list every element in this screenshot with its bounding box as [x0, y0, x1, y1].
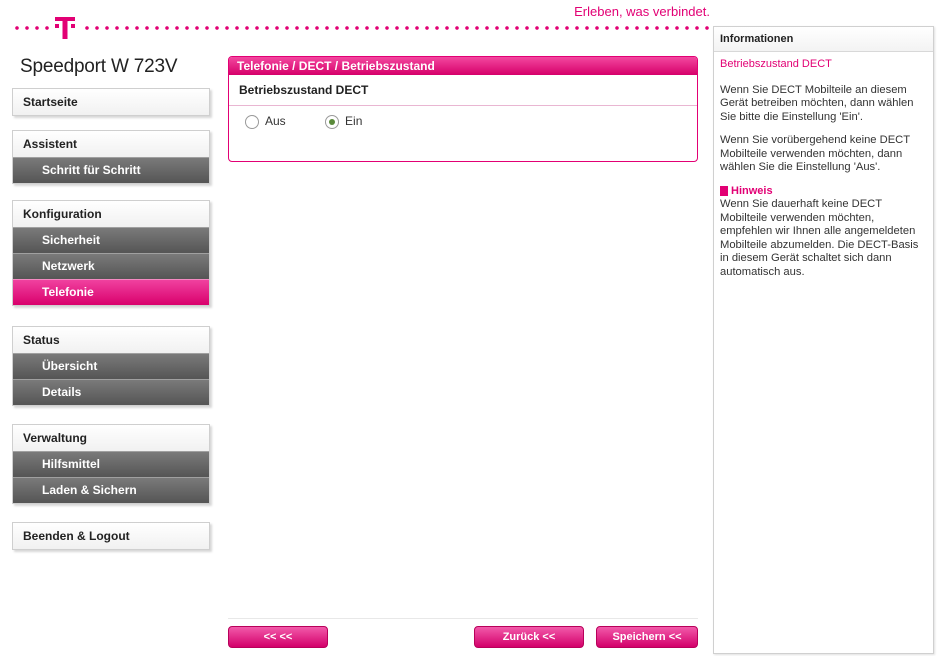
hint-text: Wenn Sie dauerhaft keine DECT Mobilteile…: [720, 198, 919, 278]
header-dots-right: [82, 25, 712, 31]
dect-panel: Telefonie / DECT / Betriebszustand Betri…: [228, 56, 698, 162]
radio-option-ein[interactable]: Ein: [325, 114, 362, 129]
radio-ein[interactable]: [325, 114, 340, 129]
info-subtitle: Betriebszustand DECT: [720, 58, 832, 70]
info-body: Betriebszustand DECT Wenn Sie DECT Mobil…: [714, 52, 933, 295]
nav-item-hilfsmittel[interactable]: Hilfsmittel: [13, 451, 209, 477]
nav-item-details[interactable]: Details: [13, 379, 209, 405]
nav-item-laden-sichern[interactable]: Laden & Sichern: [13, 477, 209, 503]
bottom-divider: [228, 618, 698, 619]
section-label: Betriebszustand DECT: [229, 75, 697, 106]
nav-verwaltung[interactable]: Verwaltung: [13, 425, 209, 451]
radio-aus[interactable]: [245, 114, 259, 129]
info-panel: Informationen Betriebszustand DECT Wenn …: [713, 26, 934, 654]
nav-konfiguration[interactable]: Konfiguration: [13, 201, 209, 227]
header-dots-left: [12, 25, 50, 31]
slogan: Erleben, was verbindet.: [574, 4, 710, 19]
nav-group-status: Status Übersicht Details: [12, 326, 210, 406]
back-button[interactable]: Zurück <<: [474, 626, 584, 648]
nav-group-logout: Beenden & Logout: [12, 522, 210, 550]
telekom-t-logo-icon: [55, 17, 75, 39]
nav-item-telefonie[interactable]: Telefonie: [13, 279, 209, 305]
info-paragraph-2: Wenn Sie vorübergehend keine DECT Mobilt…: [720, 134, 910, 173]
breadcrumb: Telefonie / DECT / Betriebszustand: [229, 57, 697, 75]
product-name: Speedport W 723V: [20, 56, 178, 77]
info-paragraph-1: Wenn Sie DECT Mobilteile an diesem Gerät…: [720, 83, 914, 123]
nav-item-netzwerk[interactable]: Netzwerk: [13, 253, 209, 279]
nav-group-konfiguration: Konfiguration Sicherheit Netzwerk Telefo…: [12, 200, 210, 306]
hint-icon: [720, 186, 728, 197]
nav-beenden-logout[interactable]: Beenden & Logout: [13, 523, 209, 549]
first-page-button[interactable]: << <<: [228, 626, 328, 648]
nav-item-schritt-fuer-schritt[interactable]: Schritt für Schritt: [13, 157, 209, 183]
radio-label-ein: Ein: [345, 114, 363, 128]
radio-label-aus: Aus: [265, 114, 286, 128]
hint-title: Hinweis: [731, 184, 773, 197]
nav-item-uebersicht[interactable]: Übersicht: [13, 353, 209, 379]
nav-group-assistent: Assistent Schritt für Schritt: [12, 130, 210, 184]
nav-assistent[interactable]: Assistent: [13, 131, 209, 157]
radio-group-dect: Aus Ein: [229, 106, 697, 129]
nav-group-startseite: Startseite: [12, 88, 210, 116]
info-title: Informationen: [714, 27, 933, 52]
nav-group-verwaltung: Verwaltung Hilfsmittel Laden & Sichern: [12, 424, 210, 504]
nav-item-sicherheit[interactable]: Sicherheit: [13, 227, 209, 253]
nav-startseite[interactable]: Startseite: [13, 89, 209, 115]
nav-status[interactable]: Status: [13, 327, 209, 353]
save-button[interactable]: Speichern <<: [596, 626, 698, 648]
hint-heading: Hinweis: [720, 185, 927, 199]
radio-option-aus[interactable]: Aus: [245, 114, 286, 129]
